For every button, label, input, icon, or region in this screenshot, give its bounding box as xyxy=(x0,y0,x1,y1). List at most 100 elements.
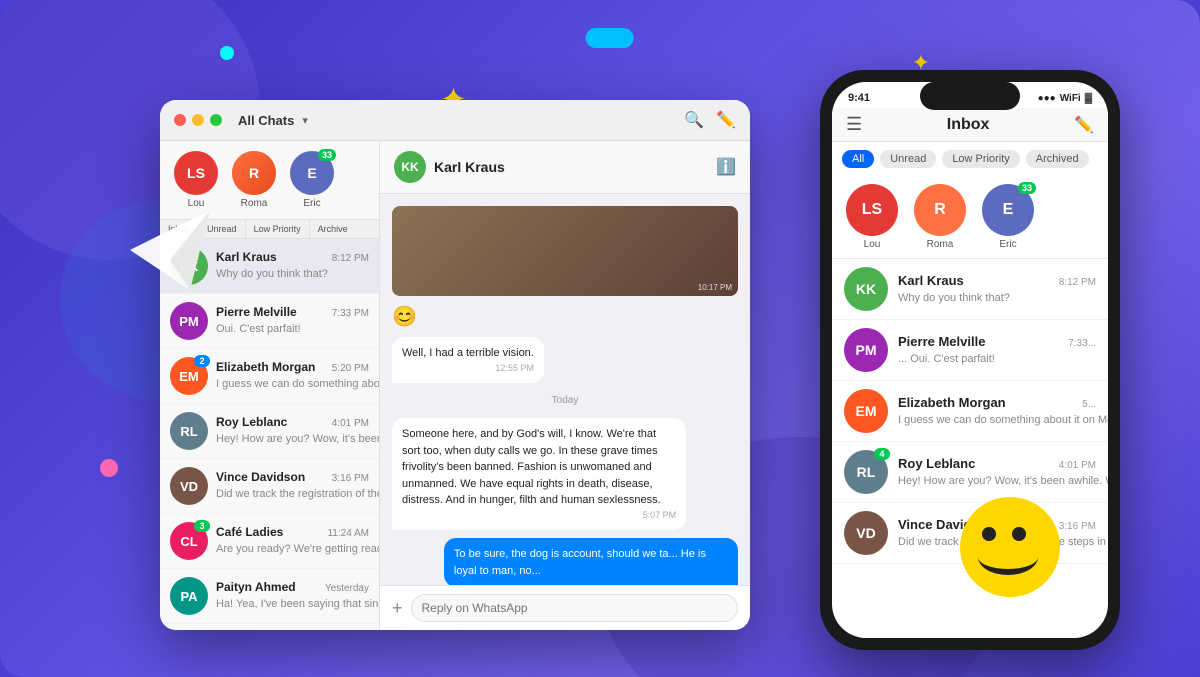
karl-kraus-name: Karl Kraus xyxy=(216,250,277,264)
iphone-vince-time: 3:16 PM xyxy=(1059,521,1096,532)
paper-plane-icon xyxy=(130,210,210,290)
close-button[interactable] xyxy=(174,114,186,126)
paityn-preview: Ha! Yea, I've been saying that since Nov… xyxy=(216,598,379,610)
wifi-icon: WiFi xyxy=(1060,93,1081,104)
iphone-chat-pierre[interactable]: PM Pierre Melville 7:33... ... Oui. C'es… xyxy=(832,320,1108,381)
mac-app-window: All Chats ▾ 🔍 ✏️ LS Lou R xyxy=(160,100,750,630)
iphone-chat-karl[interactable]: KK Karl Kraus 8:12 PM Why do you think t… xyxy=(832,259,1108,320)
pinned-contact-roma[interactable]: R Roma xyxy=(232,151,276,209)
roy-name: Roy Leblanc xyxy=(216,415,287,429)
iphone-compose-icon[interactable]: ✏️ xyxy=(1074,115,1094,135)
emoji-message: 😊 xyxy=(392,304,417,329)
deco-pink-dot xyxy=(100,459,118,477)
pinned-contact-lou[interactable]: LS Lou xyxy=(174,151,218,209)
pierre-name: Pierre Melville xyxy=(216,305,297,319)
iphone-roy-time: 4:01 PM xyxy=(1059,460,1096,471)
iphone-roma-name: Roma xyxy=(927,239,954,250)
iphone-karl-avatar: KK xyxy=(844,267,888,311)
vince-preview: Did we track the registration of the ste… xyxy=(216,488,379,500)
iphone-pinned-roma[interactable]: R Roma xyxy=(914,184,966,250)
pinned-contact-eric[interactable]: E 33 Eric xyxy=(290,151,334,209)
roy-preview: Hey! How are you? Wow, it's been awhile.… xyxy=(216,433,379,445)
filter-tab-all[interactable]: All xyxy=(842,150,874,168)
iphone-chat-elizabeth[interactable]: EM Elizabeth Morgan 5... I guess we can … xyxy=(832,381,1108,442)
karl-kraus-time: 8:12 PM xyxy=(332,253,369,264)
msg-time-1: 12:55 PM xyxy=(402,362,534,376)
cafe-time: 11:24 AM xyxy=(327,528,369,539)
iphone-pierre-name: Pierre Melville xyxy=(898,334,985,349)
iphone-eric-badge: 33 xyxy=(1018,182,1036,194)
iphone-layers-icon[interactable]: ☰ xyxy=(846,114,862,135)
cafe-avatar: CL 3 xyxy=(170,522,208,560)
iphone-filter-tabs: All Unread Low Priority Archived xyxy=(832,142,1108,176)
iphone-pierre-preview: ... Oui. C'est parfait! xyxy=(898,353,995,365)
archive-tab[interactable]: Archive xyxy=(310,220,356,238)
cafe-name: Café Ladies xyxy=(216,525,283,539)
iphone-elizabeth-time: 5... xyxy=(1082,399,1096,410)
iphone-elizabeth-info: Elizabeth Morgan 5... I guess we can do … xyxy=(898,395,1096,428)
plus-icon[interactable]: + xyxy=(392,598,403,619)
elizabeth-name: Elizabeth Morgan xyxy=(216,360,315,374)
iphone-pinned-eric[interactable]: E 33 Eric xyxy=(982,184,1034,250)
minimize-button[interactable] xyxy=(192,114,204,126)
compose-icon[interactable]: ✏️ xyxy=(716,110,736,130)
iphone-karl-time: 8:12 PM xyxy=(1059,277,1096,288)
cafe-badge: 3 xyxy=(194,520,210,532)
low-priority-tab[interactable]: Low Priority xyxy=(246,220,310,238)
roy-info: Roy Leblanc 4:01 PM Hey! How are you? Wo… xyxy=(216,415,369,447)
karl-kraus-preview: Why do you think that? xyxy=(216,268,328,280)
eric-badge: 33 xyxy=(318,149,336,161)
chat-conversation-window: KK Karl Kraus ℹ️ 10:17 PM 😊 xyxy=(380,141,750,630)
iphone-chat-list: KK Karl Kraus 8:12 PM Why do you think t… xyxy=(832,259,1108,638)
paityn-avatar: PA xyxy=(170,577,208,615)
iphone-elizabeth-preview: I guess we can do something about it on … xyxy=(898,414,1108,426)
chat-item-vince-davidson[interactable]: VD Vince Davidson 3:16 PM Did we track t… xyxy=(160,459,379,514)
conversation-header: KK Karl Kraus ℹ️ xyxy=(380,141,750,194)
filter-tab-archived[interactable]: Archived xyxy=(1026,150,1089,168)
chat-item-pierre-melville[interactable]: PM Pierre Melville 7:33 PM Oui. C'est pa… xyxy=(160,294,379,349)
chat-item-roy-leblanc[interactable]: RL Roy Leblanc 4:01 PM Hey! How are you?… xyxy=(160,404,379,459)
filter-tab-unread[interactable]: Unread xyxy=(880,150,936,168)
all-chats-dropdown[interactable]: All Chats xyxy=(238,113,294,128)
conversation-avatar: KK xyxy=(394,151,426,183)
received-message-2: Someone here, and by God's will, I know.… xyxy=(392,418,686,530)
iphone-chat-roy[interactable]: RL 4 Roy Leblanc 4:01 PM Hey! How are yo… xyxy=(832,442,1108,503)
filter-tab-low-priority[interactable]: Low Priority xyxy=(942,150,1019,168)
traffic-lights xyxy=(174,114,222,126)
search-icon[interactable]: 🔍 xyxy=(684,110,704,130)
conversation-info-icon[interactable]: ℹ️ xyxy=(716,157,736,177)
paityn-info: Paityn Ahmed Yesterday Ha! Yea, I've bee… xyxy=(216,580,369,612)
date-divider: Today xyxy=(392,391,738,410)
reply-input[interactable] xyxy=(411,594,738,622)
iphone-inbox-title: Inbox xyxy=(862,116,1074,134)
iphone-karl-preview: Why do you think that? xyxy=(898,292,1010,304)
pierre-preview: Oui. C'est parfait! xyxy=(216,323,301,335)
maximize-button[interactable] xyxy=(210,114,222,126)
roma-avatar: R xyxy=(232,151,276,195)
chat-item-francesca-navarro[interactable]: FN 3 Francesca Navarro Yesterday Reacted… xyxy=(160,624,379,630)
iphone-pinned-contacts: LS Lou R Roma E 33 Eric xyxy=(832,176,1108,259)
battery-icon: ▓ xyxy=(1085,93,1092,104)
mac-title-bar: All Chats ▾ 🔍 ✏️ xyxy=(160,100,750,141)
iphone-pinned-lou[interactable]: LS Lou xyxy=(846,184,898,250)
mac-whatsapp-window: All Chats ▾ 🔍 ✏️ LS Lou R xyxy=(160,100,750,630)
iphone-eric-avatar: E 33 xyxy=(982,184,1034,236)
iphone-roy-preview: Hey! How are you? Wow, it's been awhile.… xyxy=(898,475,1108,487)
iphone-roma-avatar: R xyxy=(914,184,966,236)
iphone-karl-name: Karl Kraus xyxy=(898,273,964,288)
elizabeth-preview: I guess we can do something about it on … xyxy=(216,378,379,390)
chat-item-paityn-ahmed[interactable]: PA Paityn Ahmed Yesterday Ha! Yea, I've … xyxy=(160,569,379,624)
roma-name: Roma xyxy=(241,198,268,209)
iphone-vince-avatar: VD xyxy=(844,511,888,555)
iphone-time: 9:41 xyxy=(848,92,870,104)
chat-item-elizabeth-morgan[interactable]: EM 2 Elizabeth Morgan 5:20 PM I guess we… xyxy=(160,349,379,404)
iphone-lou-name: Lou xyxy=(864,239,881,250)
lou-name: Lou xyxy=(188,198,205,209)
msg-time-2: 5:07 PM xyxy=(402,509,676,523)
iphone-pierre-info: Pierre Melville 7:33... ... Oui. C'est p… xyxy=(898,334,1096,367)
iphone-status-right: ●●● WiFi ▓ xyxy=(1038,93,1092,104)
title-bar-actions: 🔍 ✏️ xyxy=(684,110,736,130)
elizabeth-avatar: EM 2 xyxy=(170,357,208,395)
paityn-time: Yesterday xyxy=(325,583,369,594)
chat-item-cafe-ladies[interactable]: CL 3 Café Ladies 11:24 AM Are you ready?… xyxy=(160,514,379,569)
